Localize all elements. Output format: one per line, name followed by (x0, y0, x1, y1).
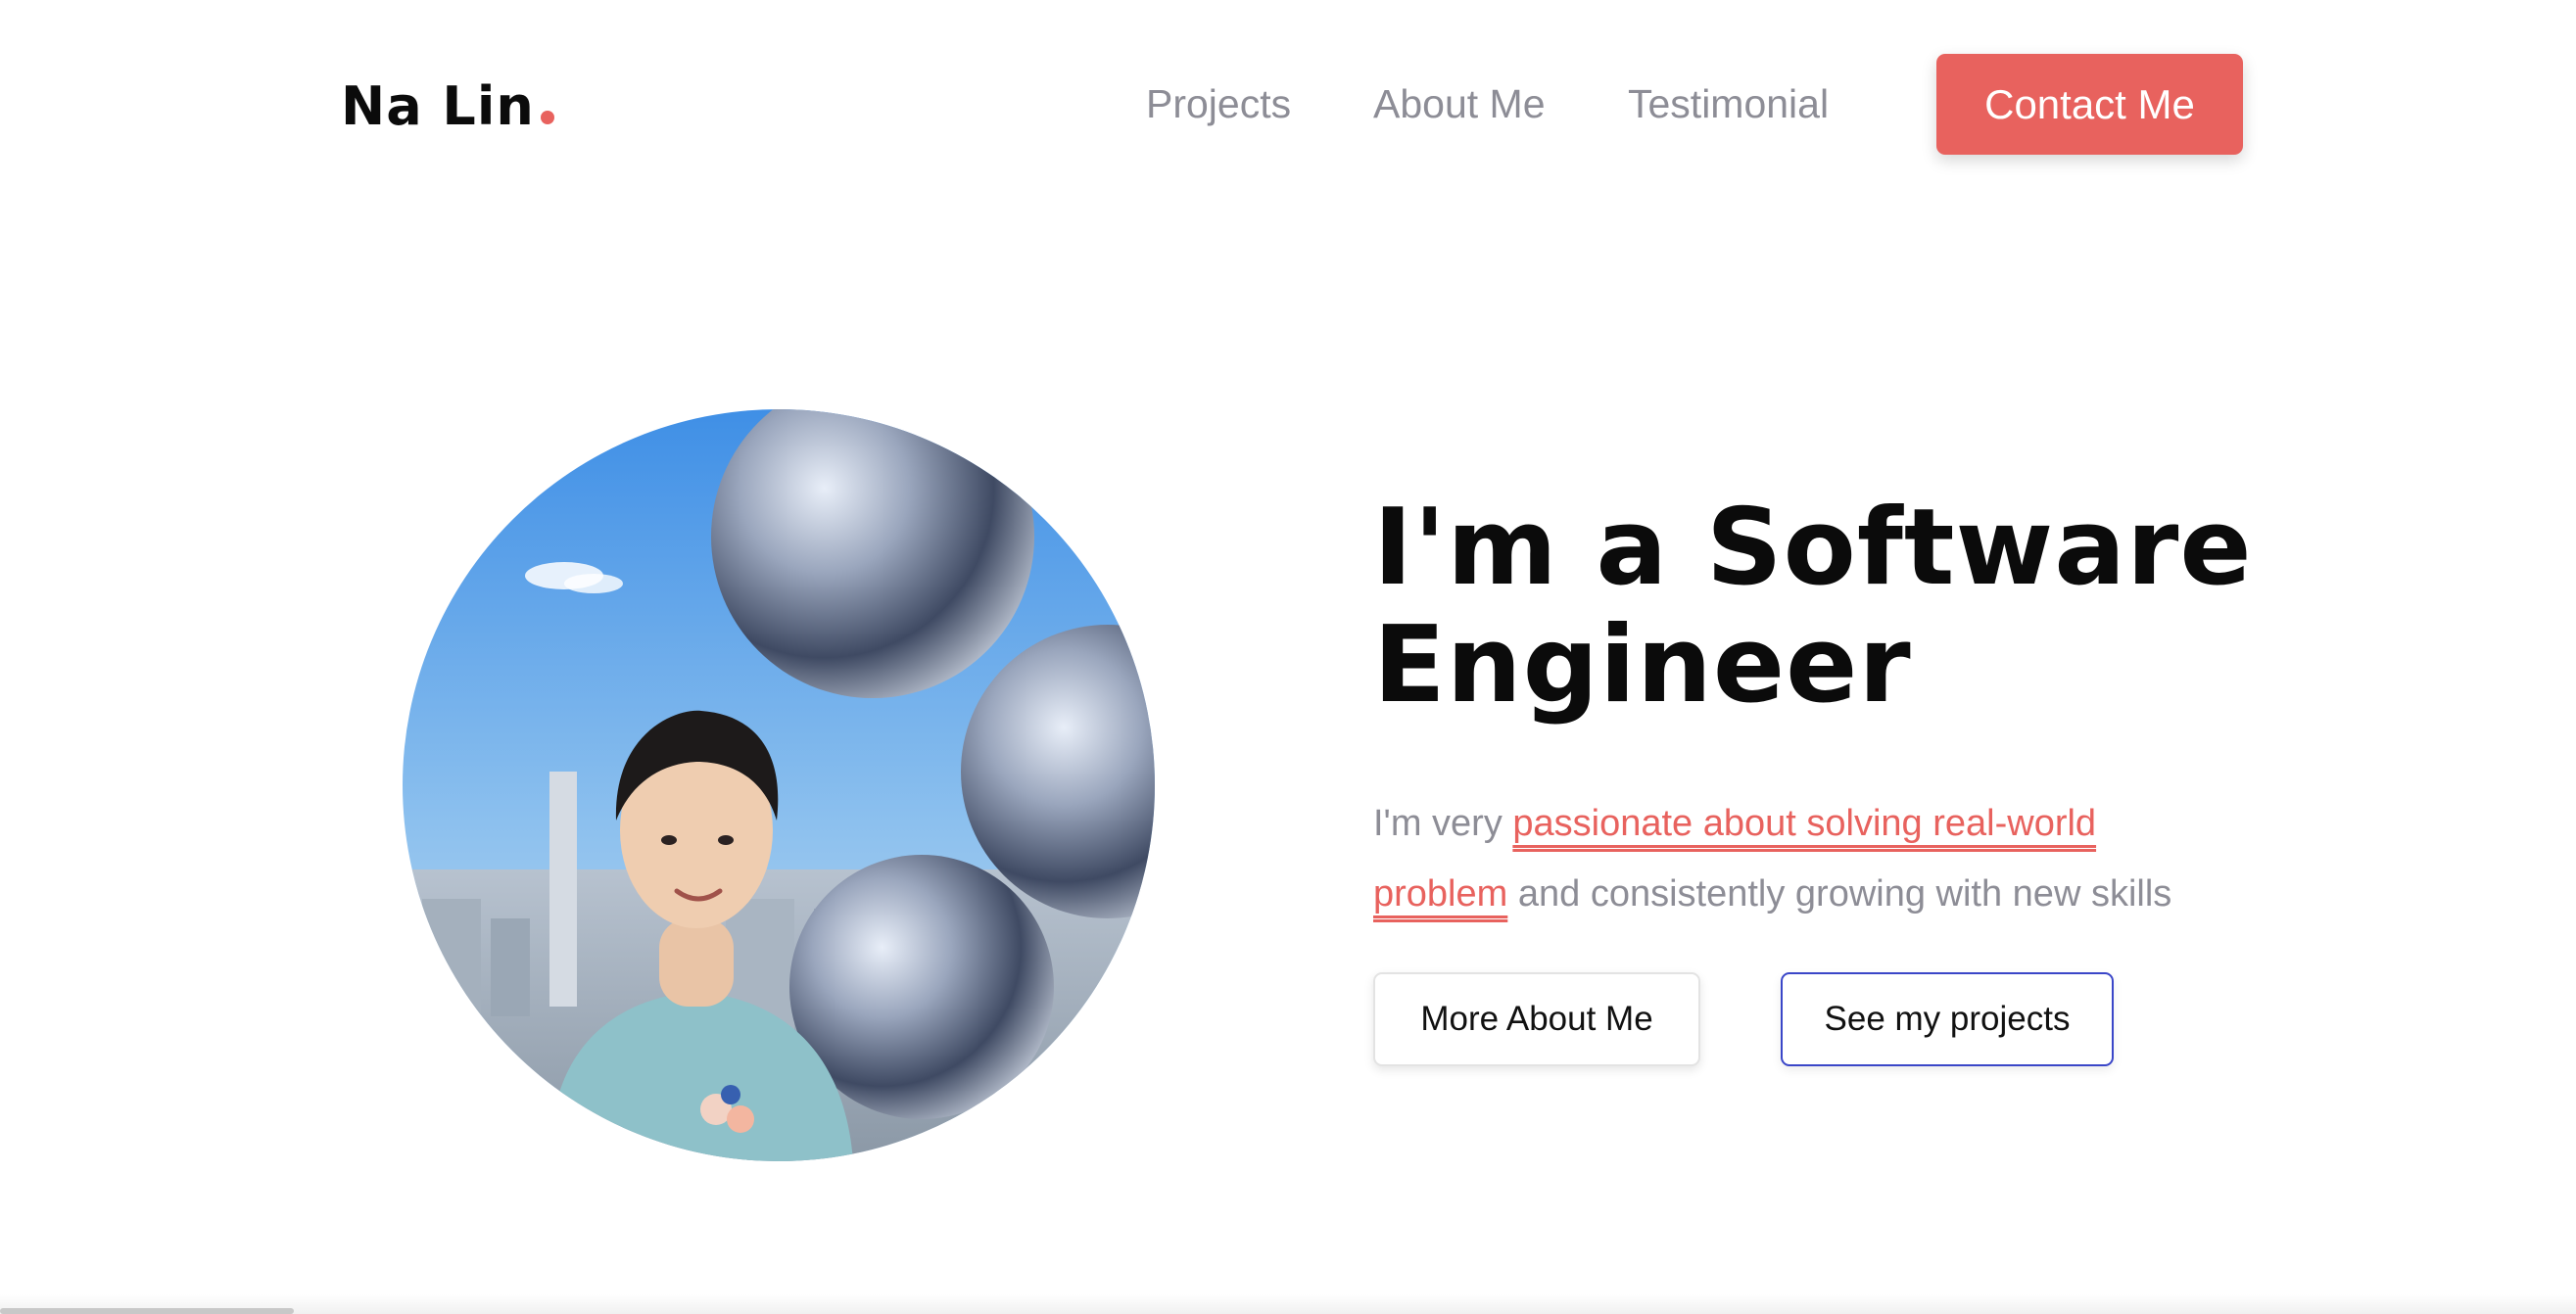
subtext-prefix: I'm very (1373, 803, 1513, 844)
more-about-me-button[interactable]: More About Me (1373, 972, 1700, 1066)
profile-photo-illustration (403, 409, 1155, 1161)
more-about-me-label: More About Me (1420, 1000, 1653, 1038)
logo-text: Na Lin (341, 75, 535, 137)
nav-link-testimonial[interactable]: Testimonial (1628, 84, 1829, 124)
site-logo[interactable]: Na Lin (341, 80, 554, 133)
nav-link-about-me[interactable]: About Me (1373, 84, 1546, 124)
subtext-suffix: and consistently growing with new skills (1507, 873, 2172, 915)
see-my-projects-label: See my projects (1824, 1000, 2071, 1038)
horizontal-scrollbar[interactable] (0, 1308, 294, 1314)
logo-dot-icon (540, 111, 554, 124)
nav-link-projects[interactable]: Projects (1146, 84, 1291, 124)
see-my-projects-button[interactable]: See my projects (1781, 972, 2114, 1066)
contact-me-label: Contact Me (1984, 80, 2195, 127)
section-divider-shadow (0, 1294, 2576, 1314)
portfolio-page: Na Lin Projects About Me Testimonial Con… (0, 0, 2576, 1314)
contact-me-button[interactable]: Contact Me (1936, 54, 2243, 155)
profile-photo (403, 409, 1155, 1161)
hero-subtext: I'm very passionate about solving real-w… (1373, 788, 2235, 929)
hero-headline: I'm a Software Engineer (1373, 487, 2253, 727)
